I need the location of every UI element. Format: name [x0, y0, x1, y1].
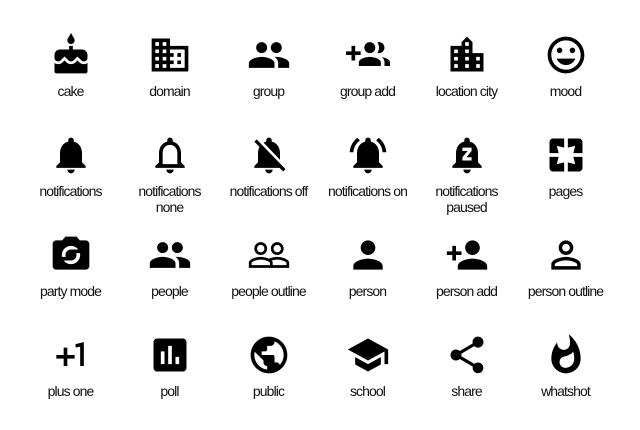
icon-label: notifications paused [435, 183, 498, 215]
icon-cell-domain: domain [120, 29, 219, 129]
icon-cell-public: public [219, 329, 318, 429]
icon-cell-group-add: group add [318, 29, 417, 129]
icon-cell-party-mode: party mode [21, 229, 120, 329]
icon-label: public [252, 383, 285, 399]
icon-cell-school: school [318, 329, 417, 429]
icon-label: party mode [39, 283, 102, 299]
icon-label: notifications [39, 183, 102, 199]
icon-label: group [252, 83, 285, 99]
notifications-on-icon [346, 133, 390, 177]
people-outline-icon [247, 233, 291, 277]
icon-label: person [348, 283, 387, 299]
icon-label: mood [549, 83, 582, 99]
icon-row: plus one poll public school share whatsh… [21, 329, 615, 429]
icon-cell-person: person [318, 229, 417, 329]
person-add-icon [445, 233, 489, 277]
notifications-none-icon [148, 133, 192, 177]
icon-cell-location-city: location city [417, 29, 516, 129]
icon-label: person add [435, 283, 498, 299]
people-icon [148, 233, 192, 277]
mood-icon [544, 33, 588, 77]
icon-cell-notifications: notifications [21, 129, 120, 229]
icon-row: party mode people people outline person … [21, 229, 615, 329]
pages-icon [544, 133, 588, 177]
cake-icon [49, 33, 93, 77]
location-city-icon [445, 33, 489, 77]
icon-label: plus one [47, 383, 95, 399]
icon-row: notifications notifications none notific… [21, 129, 615, 229]
icon-cell-notifications-paused: notifications paused [417, 129, 516, 229]
icon-label: location city [435, 83, 498, 99]
icon-grid: cake domain group group add location cit… [21, 29, 615, 429]
icon-cell-person-add: person add [417, 229, 516, 329]
icon-label: cake [57, 83, 85, 99]
poll-icon [148, 333, 192, 377]
icon-cell-people-outline: people outline [219, 229, 318, 329]
icon-cell-notifications-off: notifications off [219, 129, 318, 229]
icon-cell-group: group [219, 29, 318, 129]
icon-cell-share: share [417, 329, 516, 429]
icon-label: people outline [231, 283, 306, 299]
icon-label: group add [340, 83, 396, 99]
icon-row: cake domain group group add location cit… [21, 29, 615, 129]
group-add-icon [345, 33, 390, 77]
icon-cell-pages: pages [516, 129, 615, 229]
plus-one-icon [49, 333, 93, 377]
party-mode-icon [49, 233, 93, 277]
whatshot-icon [544, 333, 588, 377]
notifications-icon [49, 133, 93, 177]
icon-cell-people: people [120, 229, 219, 329]
group-icon [247, 33, 291, 77]
icon-cell-whatshot: whatshot [516, 329, 615, 429]
icon-label: school [349, 383, 386, 399]
domain-icon [148, 33, 192, 77]
icon-cell-mood: mood [516, 29, 615, 129]
icon-label: share [451, 383, 482, 399]
icon-label: pages [548, 183, 584, 199]
icon-cell-notifications-none: notifications none [120, 129, 219, 229]
icon-cell-notifications-on: notifications on [318, 129, 417, 229]
notifications-paused-icon [445, 133, 489, 177]
icon-label: notifications on [328, 183, 408, 199]
public-icon [247, 333, 291, 377]
person-outline-icon [544, 233, 588, 277]
icon-cell-poll: poll [120, 329, 219, 429]
icon-label: people [151, 283, 189, 299]
icon-label: domain [149, 83, 190, 99]
icon-cell-plus-one: plus one [21, 329, 120, 429]
icon-label: whatshot [541, 383, 591, 399]
notifications-off-icon [247, 133, 291, 177]
icon-label: notifications none [138, 183, 201, 215]
icon-cell-person-outline: person outline [516, 229, 615, 329]
icon-label: person outline [527, 283, 604, 299]
school-icon [346, 333, 390, 377]
person-icon [346, 233, 390, 277]
icon-cell-cake: cake [21, 29, 120, 129]
icon-label: notifications off [229, 183, 309, 199]
icon-label: poll [160, 383, 179, 399]
share-icon [445, 333, 489, 377]
